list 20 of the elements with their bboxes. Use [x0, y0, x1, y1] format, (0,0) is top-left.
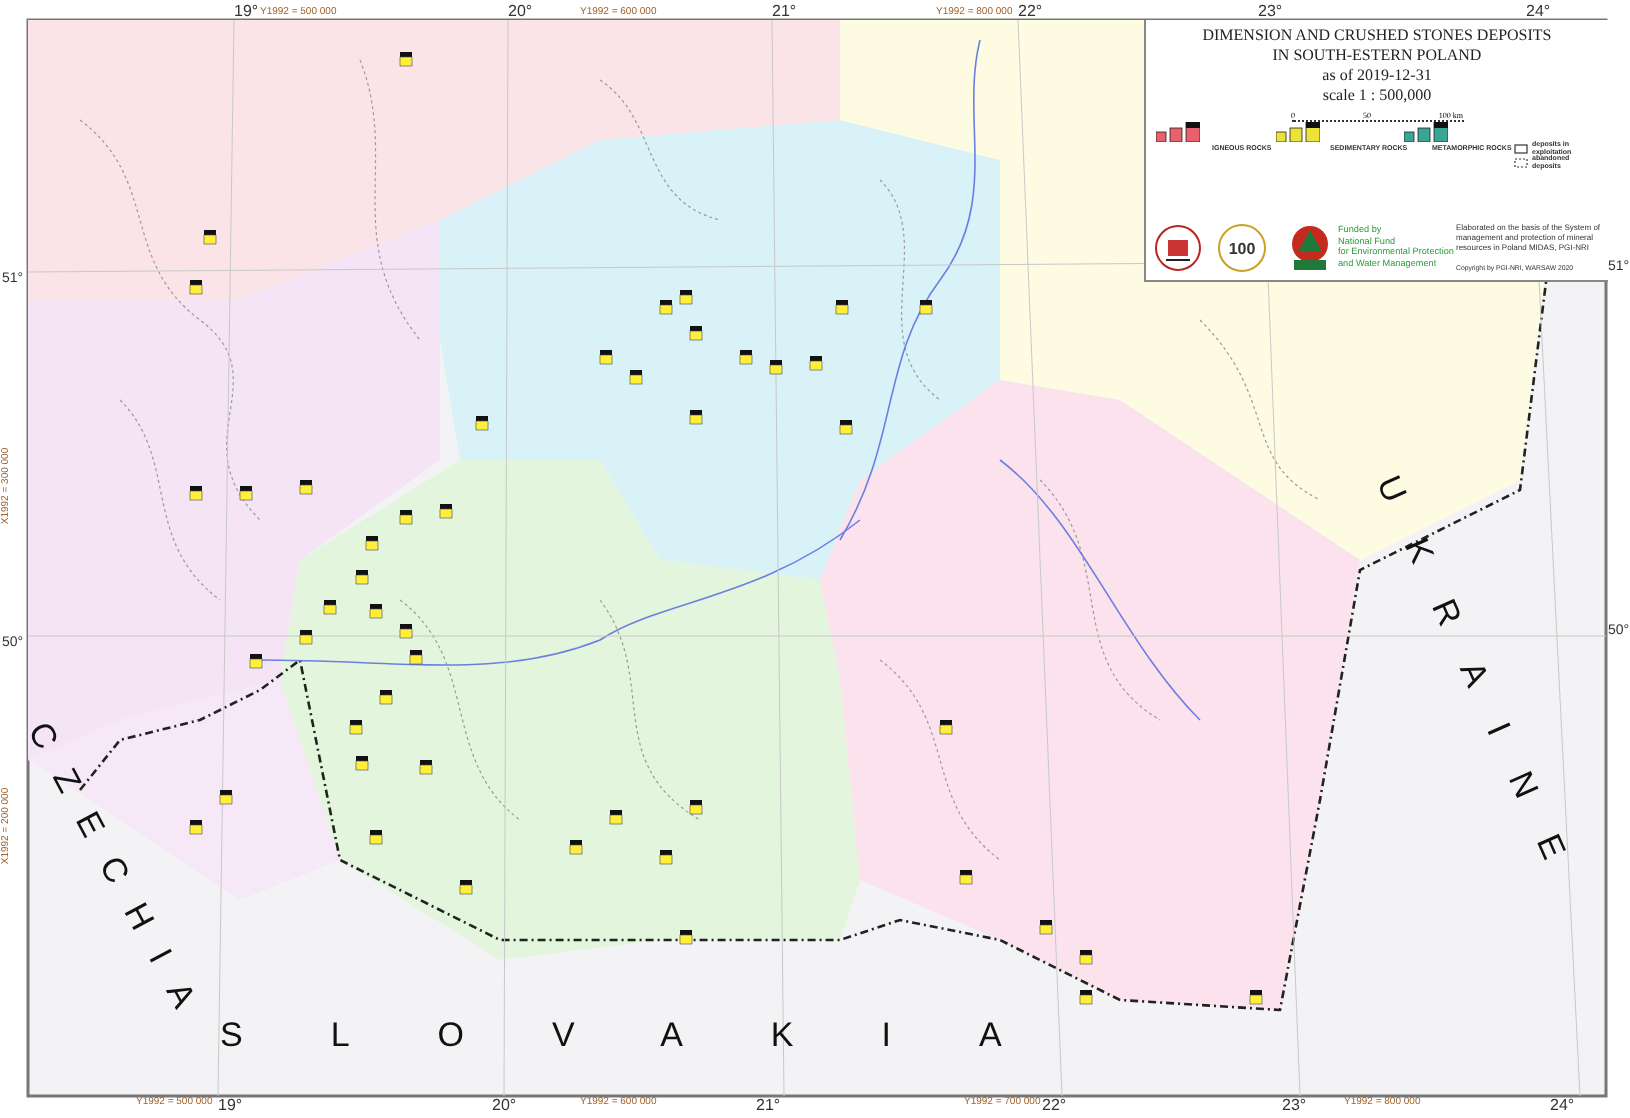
tree-logo-icon — [1286, 224, 1334, 272]
country-name: SLOVAKIA — [220, 1016, 1090, 1056]
longitude-label: 19° — [218, 1096, 243, 1114]
map-title: IN SOUTH-ESTERN POLAND — [1272, 46, 1482, 66]
longitude-label: 21° — [772, 2, 797, 20]
longitude-label: 24° — [1550, 1096, 1575, 1114]
anniversary-logo: 100 — [1218, 224, 1266, 272]
longitude-label: 21° — [756, 1096, 781, 1114]
map-scale: scale 1 : 500,000 — [1322, 86, 1432, 106]
longitude-label: 22° — [1018, 2, 1043, 20]
map-title: as of 2019-12-31 — [1322, 66, 1432, 86]
map-title: DIMENSION AND CRUSHED STONES DEPOSITS — [1202, 26, 1552, 46]
longitude-label: 23° — [1258, 2, 1283, 20]
longitude-label: 20° — [508, 2, 533, 20]
longitude-label: 19° — [234, 2, 259, 20]
longitude-label: 22° — [1042, 1096, 1067, 1114]
longitude-label: 23° — [1282, 1096, 1307, 1114]
longitude-label: 20° — [492, 1096, 517, 1114]
longitude-label: 24° — [1526, 2, 1551, 20]
institute-emblem-icon — [1154, 224, 1202, 272]
